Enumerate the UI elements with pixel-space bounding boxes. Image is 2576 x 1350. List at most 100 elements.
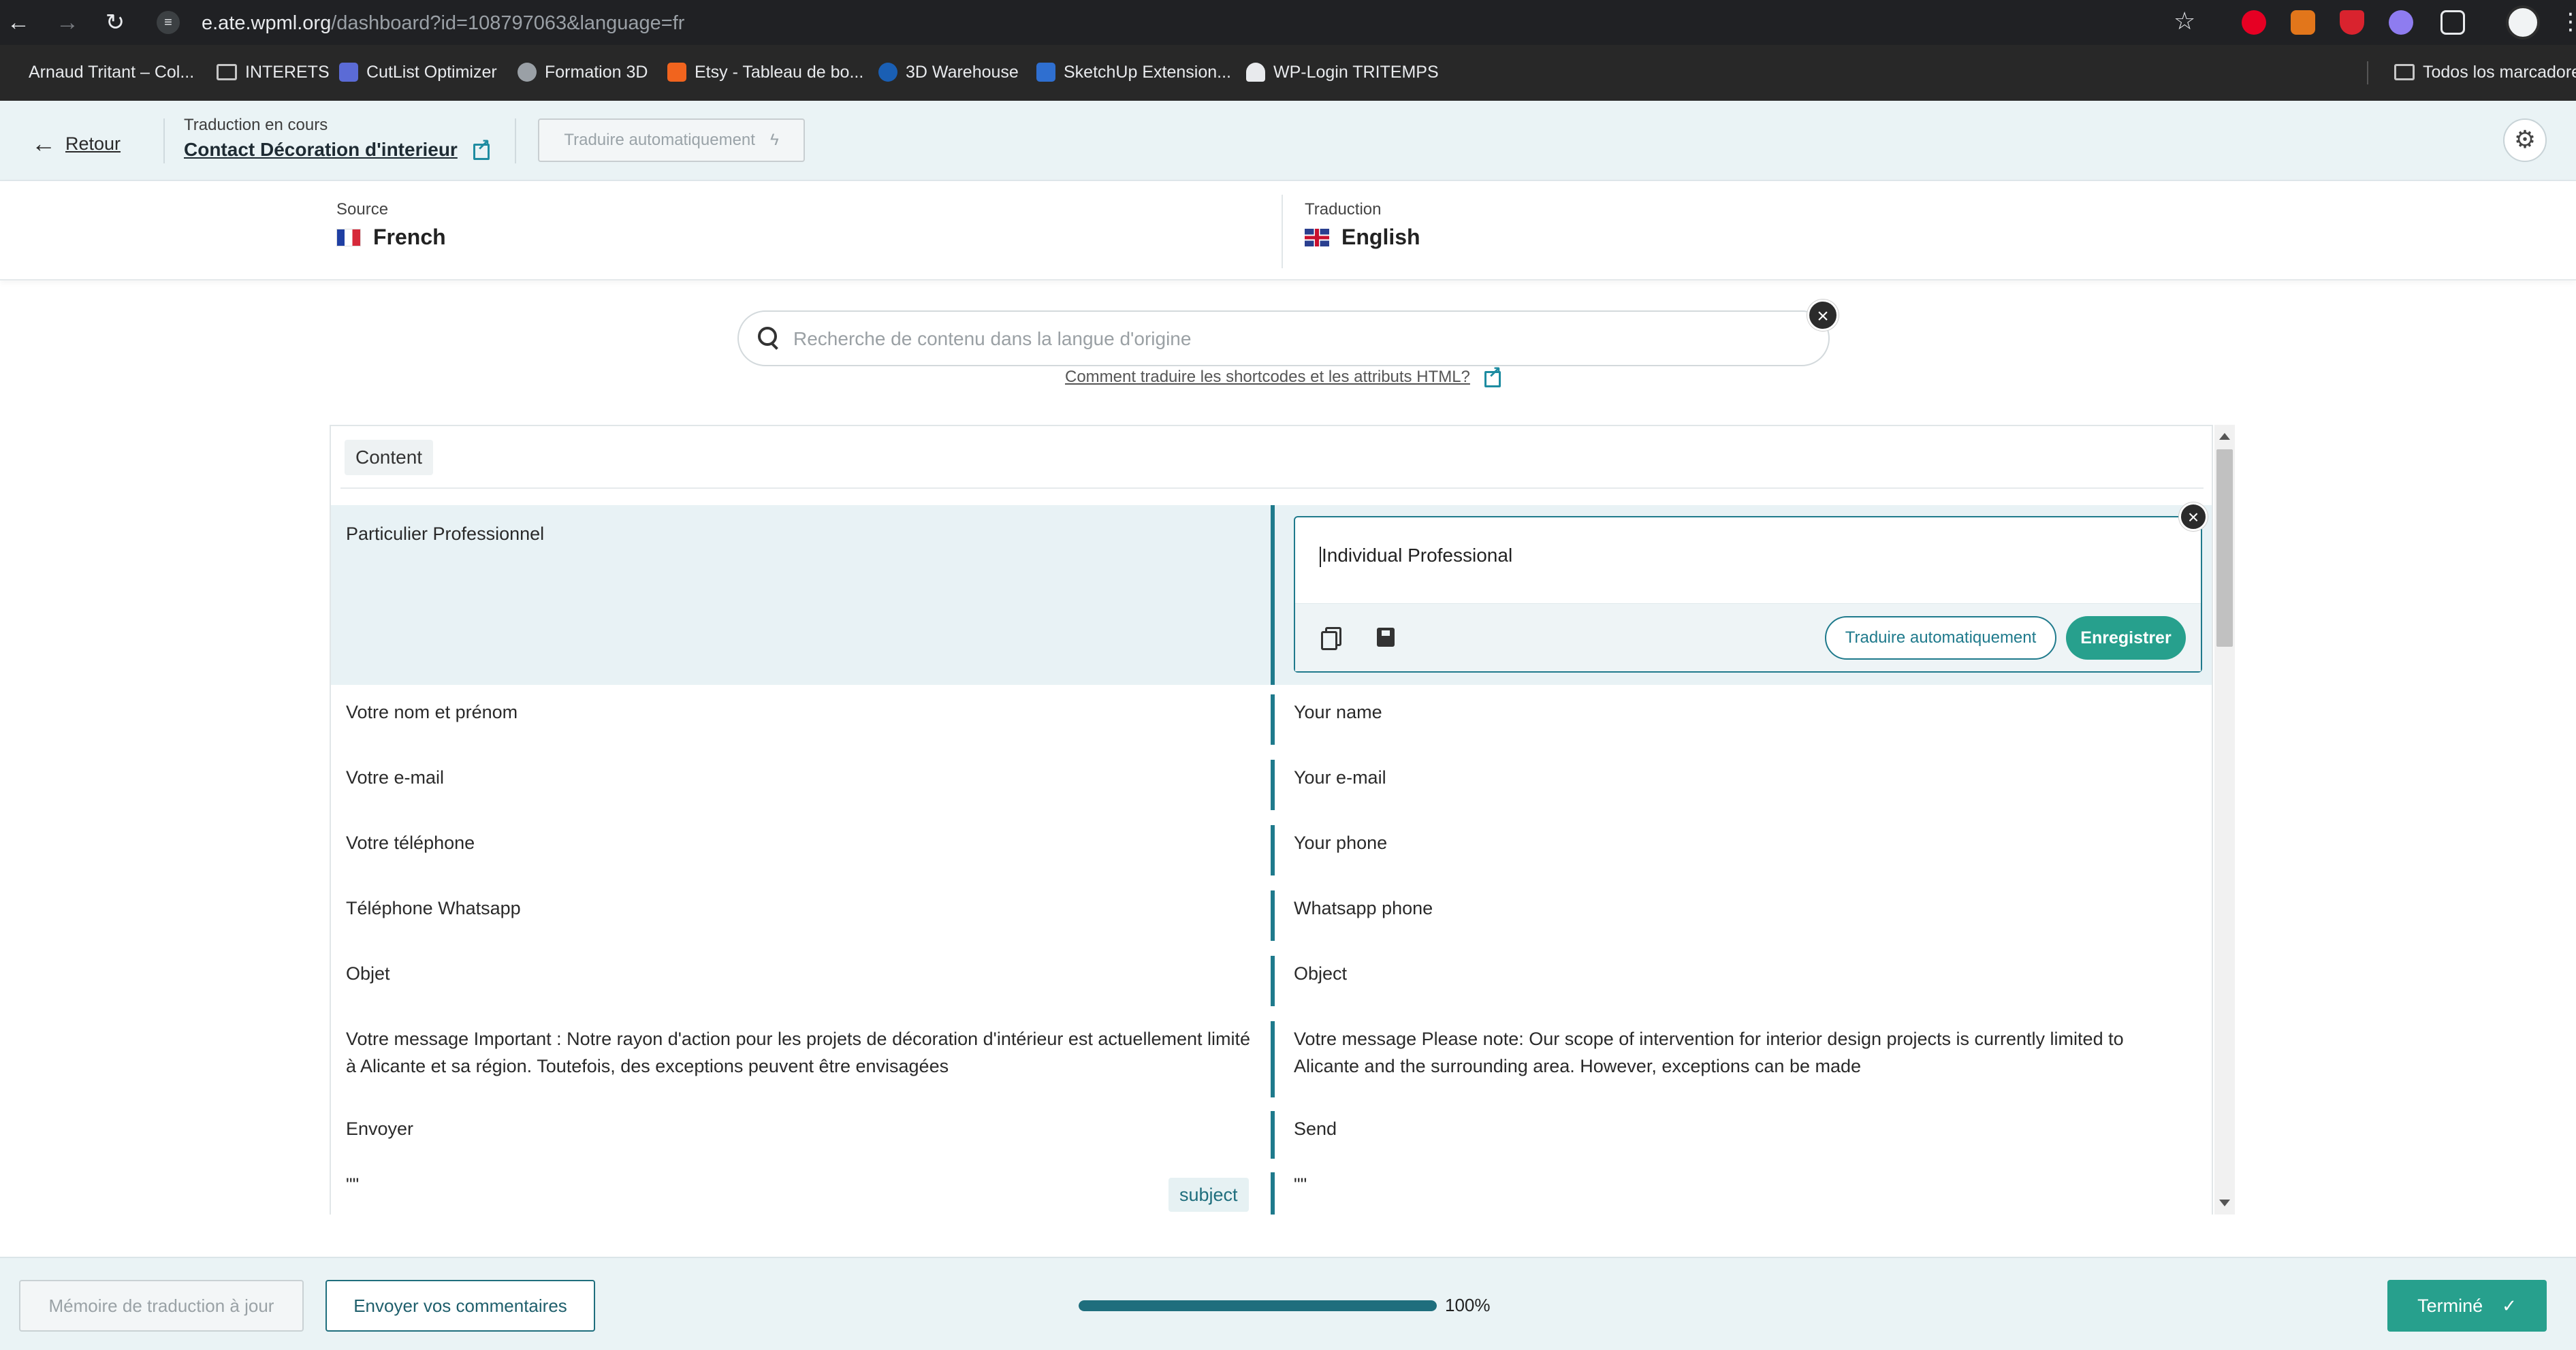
editor-footer: Mémoire de traduction à jour Envoyer vos… xyxy=(0,1257,2576,1350)
segment-row[interactable]: Votre message Important : Notre rayon d'… xyxy=(331,1018,2212,1100)
segment-status-bar xyxy=(1271,825,1275,875)
bookmark-star-icon[interactable]: ☆ xyxy=(2174,7,2195,35)
reload-icon[interactable]: ↻ xyxy=(101,8,129,37)
bookmark-item[interactable]: SketchUp Extension... xyxy=(1036,59,1231,86)
auto-translate-segment-button[interactable]: Traduire automatiquement xyxy=(1825,616,2056,660)
target-segment[interactable]: Your e-mail xyxy=(1294,764,2193,791)
source-search-box xyxy=(737,310,1830,366)
translation-memory-button[interactable]: Mémoire de traduction à jour xyxy=(19,1280,304,1332)
folder-icon xyxy=(217,64,237,80)
bookmarks-bar: Arnaud Tritant – Col... INTERETS CutList… xyxy=(0,45,2576,101)
scrollbar-thumb[interactable] xyxy=(2216,449,2233,647)
progress-percent: 100% xyxy=(1445,1295,1491,1315)
target-segment[interactable]: Your phone xyxy=(1294,829,2193,856)
segment-status-bar xyxy=(1271,1021,1275,1097)
source-language: French xyxy=(336,225,446,250)
translation-input[interactable]: Individual Professional xyxy=(1320,545,1512,567)
auto-translate-all-button[interactable]: Traduire automatiquement ϟ xyxy=(538,118,805,162)
wp-login-favicon-icon xyxy=(1246,63,1265,82)
bookmark-folder[interactable]: INTERETS xyxy=(217,59,330,86)
bookmark-divider xyxy=(2367,61,2368,84)
translation-editor[interactable]: Individual Professional Traduire automat… xyxy=(1294,516,2202,673)
all-bookmarks-folder[interactable]: Todos los marcadores xyxy=(2394,59,2576,86)
close-editor-icon[interactable]: × xyxy=(2179,502,2208,531)
settings-gear-icon[interactable]: ⚙ xyxy=(2503,118,2547,162)
etsy-favicon-icon xyxy=(667,63,686,82)
bookmark-item[interactable]: 3D Warehouse xyxy=(878,59,1019,86)
segment-row[interactable]: Objet Object xyxy=(331,953,2212,1008)
forward-arrow-icon[interactable]: → xyxy=(53,8,82,37)
section-tab-content[interactable]: Content xyxy=(345,440,434,475)
source-segment: Votre nom et prénom xyxy=(346,702,518,722)
sketchup-favicon-icon xyxy=(1036,63,1055,82)
site-info-icon[interactable]: ≡ xyxy=(157,11,180,34)
segment-row[interactable]: Envoyer Send xyxy=(331,1108,2212,1160)
target-segment[interactable]: Object xyxy=(1294,960,2193,987)
ghost-extension-icon[interactable] xyxy=(2389,10,2413,35)
segment-status-bar xyxy=(1271,505,1275,685)
browser-toolbar: ← → ↻ ≡ e.ate.wpml.org/dashboard?id=1087… xyxy=(0,0,2576,45)
segment-row[interactable]: Votre téléphone Your phone xyxy=(331,822,2212,877)
warehouse-favicon-icon xyxy=(878,63,897,82)
segment-tag: subject xyxy=(1168,1178,1249,1212)
segment-status-bar xyxy=(1271,956,1275,1006)
uk-flag-icon xyxy=(1305,228,1329,246)
segment-status-bar xyxy=(1271,1172,1275,1215)
send-feedback-button[interactable]: Envoyer vos commentaires xyxy=(325,1280,595,1332)
segment-row-active[interactable]: Particulier Professionnel Individual Pro… xyxy=(331,505,2212,685)
pinterest-extension-icon[interactable] xyxy=(2242,10,2266,35)
source-segment: Votre e-mail xyxy=(346,767,445,788)
source-segment: Votre message Important : Notre rayon d'… xyxy=(346,1029,1250,1076)
segment-row[interactable]: Votre nom et prénom Your name xyxy=(331,692,2212,746)
segment-row[interactable]: Téléphone Whatsapp Whatsapp phone xyxy=(331,888,2212,942)
source-segment: Envoyer xyxy=(346,1119,414,1139)
copy-source-icon[interactable] xyxy=(1320,626,1343,650)
save-button[interactable]: Enregistrer xyxy=(2066,616,2186,660)
divider xyxy=(1282,195,1283,268)
target-segment[interactable]: Whatsapp phone xyxy=(1294,895,2193,922)
target-segment[interactable]: "" xyxy=(1294,1171,2193,1198)
segment-status-bar xyxy=(1271,890,1275,941)
scroll-down-icon[interactable] xyxy=(2219,1200,2230,1206)
scroll-up-icon[interactable] xyxy=(2219,433,2230,440)
segment-row[interactable]: Votre e-mail Your e-mail xyxy=(331,757,2212,811)
extensions-puzzle-icon[interactable] xyxy=(2440,10,2465,35)
editor-toolbar: Traduire automatiquement Enregistrer xyxy=(1295,603,2201,671)
browser-menu-icon[interactable]: ⋮ xyxy=(2559,8,2576,35)
document-title-link[interactable]: Contact Décoration d'interieur xyxy=(184,135,490,161)
source-segment: Objet xyxy=(346,963,390,984)
target-segment[interactable]: Votre message Please note: Our scope of … xyxy=(1294,1025,2193,1080)
shortcodes-help-link[interactable]: Comment traduire les shortcodes et les a… xyxy=(1065,363,1501,387)
save-to-memory-icon[interactable] xyxy=(1374,626,1397,649)
language-bar: Source French Traduction English xyxy=(0,181,2576,280)
bookmark-item[interactable]: Formation 3D xyxy=(518,59,648,86)
done-button[interactable]: Terminé ✓ xyxy=(2387,1280,2547,1332)
bookmark-item[interactable]: WP-Login TRITEMPS xyxy=(1246,59,1439,86)
segments-scrollbar[interactable] xyxy=(2214,425,2235,1215)
target-segment[interactable]: Send xyxy=(1294,1115,2193,1142)
segment-row[interactable]: "" subject "" xyxy=(331,1170,2212,1215)
clear-search-close-icon[interactable]: × xyxy=(1807,300,1839,331)
bookmark-item[interactable]: Arnaud Tritant – Col... xyxy=(5,59,194,86)
shield-extension-icon[interactable] xyxy=(2340,10,2364,35)
profile-avatar[interactable] xyxy=(2506,5,2540,39)
source-segment: Votre téléphone xyxy=(346,833,475,853)
translation-status: Traduction en cours xyxy=(184,116,328,134)
bookmark-item[interactable]: CutList Optimizer xyxy=(339,59,497,86)
bookmark-item[interactable]: Etsy - Tableau de bo... xyxy=(667,59,863,86)
target-segment[interactable]: Your name xyxy=(1294,698,2193,726)
external-link-icon xyxy=(1484,363,1501,387)
segment-status-bar xyxy=(1271,694,1275,745)
segments-panel: Content Particulier Professionnel Indivi… xyxy=(330,425,2213,1215)
back-button[interactable]: ← Retour xyxy=(31,129,121,158)
divider xyxy=(163,118,165,163)
metamask-extension-icon[interactable] xyxy=(2291,10,2315,35)
progress-fill xyxy=(1079,1300,1437,1311)
target-label: Traduction xyxy=(1305,200,1382,219)
address-bar[interactable]: ≡ e.ate.wpml.org/dashboard?id=108797063&… xyxy=(150,5,2206,39)
source-label: Source xyxy=(336,200,389,219)
arrow-favicon-icon xyxy=(5,63,20,82)
search-input[interactable] xyxy=(793,321,1801,357)
target-language: English xyxy=(1305,225,1420,250)
back-arrow-icon[interactable]: ← xyxy=(4,8,33,37)
